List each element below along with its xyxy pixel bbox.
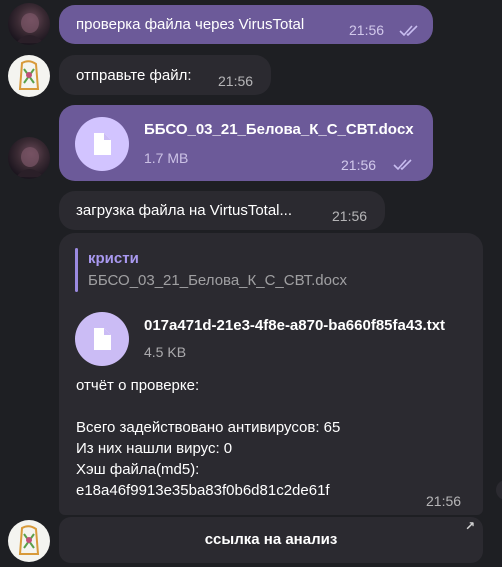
- file-size: 1.7 MB: [144, 150, 189, 166]
- message-text: отправьте файл:: [76, 67, 192, 84]
- document-icon[interactable]: [75, 117, 129, 171]
- incoming-message[interactable]: отправьте файл: 21:56: [59, 55, 271, 95]
- external-link-arrow-icon: ↗: [464, 519, 475, 533]
- reply-author[interactable]: кристи: [88, 250, 139, 267]
- user-avatar[interactable]: [8, 137, 50, 179]
- bot-avatar[interactable]: [8, 55, 50, 97]
- message-time: 21:56: [426, 493, 462, 509]
- message-time: 21:56: [349, 22, 385, 38]
- double-check-icon: [393, 159, 412, 171]
- message-text: загрузка файла на VirtusTotal...: [76, 202, 293, 219]
- analysis-link-button[interactable]: ссылка на анализ ↗: [59, 517, 483, 563]
- reply-quote-text[interactable]: ББСО_03_21_Белова_К_С_СВТ.docx: [88, 272, 347, 289]
- message-text: проверка файла через VirusTotal: [76, 16, 305, 33]
- analysis-link-label: ссылка на анализ: [204, 531, 338, 548]
- report-text: отчёт о проверке: Всего задействовано ан…: [76, 377, 341, 499]
- incoming-message[interactable]: загрузка файла на VirtusTotal... 21:56: [59, 191, 385, 230]
- file-size: 4.5 KB: [144, 344, 187, 360]
- user-avatar[interactable]: [8, 3, 50, 45]
- double-check-icon: [399, 25, 418, 37]
- outgoing-file-message[interactable]: ББСО_03_21_Белова_К_С_СВТ.docx 1.7 MB 21…: [59, 105, 433, 181]
- message-time: 21:56: [218, 73, 254, 89]
- outgoing-message[interactable]: проверка файла через VirusTotal 21:56: [59, 5, 433, 44]
- document-icon[interactable]: [75, 312, 129, 366]
- bot-avatar[interactable]: [8, 520, 50, 562]
- message-time: 21:56: [341, 157, 377, 173]
- reply-quote-bar: [75, 248, 78, 292]
- file-name: 017a471d-21e3-4f8e-a870-ba660f85fa43.txt: [144, 317, 446, 334]
- incoming-report-message[interactable]: кристи ББСО_03_21_Белова_К_С_СВТ.docx 01…: [59, 233, 483, 515]
- file-name: ББСО_03_21_Белова_К_С_СВТ.docx: [144, 121, 414, 138]
- message-time: 21:56: [332, 208, 368, 224]
- scroll-down-button[interactable]: [496, 480, 502, 500]
